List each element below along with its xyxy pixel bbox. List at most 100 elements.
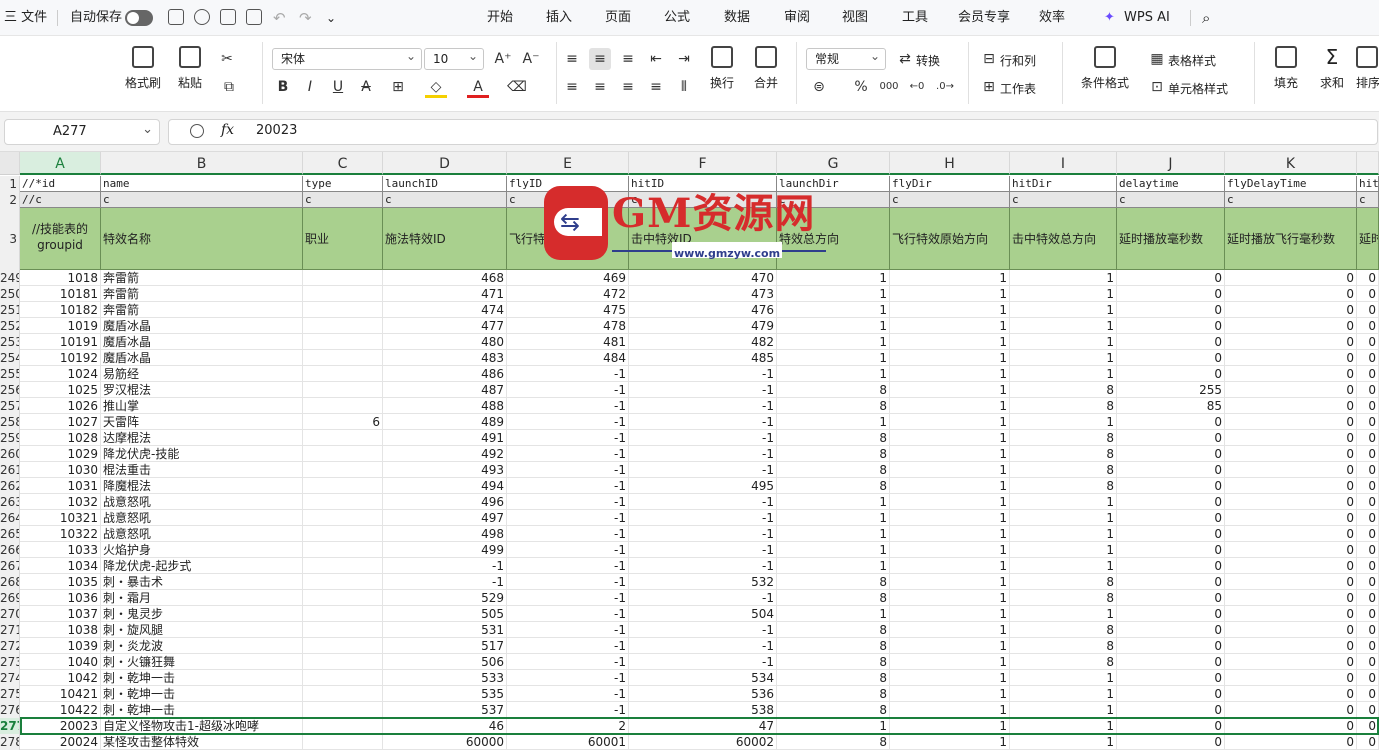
table-cell[interactable]: 1039 — [20, 638, 101, 654]
table-cell[interactable]: 497 — [383, 510, 507, 526]
table-cell[interactable]: 1 — [777, 718, 890, 734]
header-cell[interactable]: hitDir — [1010, 176, 1117, 192]
row-header[interactable]: 253 — [0, 334, 20, 350]
table-cell[interactable]: -1 — [629, 414, 777, 430]
row-header[interactable]: 269 — [0, 590, 20, 606]
table-cell[interactable]: -1 — [629, 526, 777, 542]
table-cell[interactable]: 486 — [383, 366, 507, 382]
table-cell[interactable]: 1 — [890, 478, 1010, 494]
table-cell[interactable]: 487 — [383, 382, 507, 398]
tab-efficiency[interactable]: 效率 — [1039, 0, 1065, 36]
table-cell[interactable]: 1024 — [20, 366, 101, 382]
table-cell[interactable]: 8 — [1010, 654, 1117, 670]
table-cell[interactable]: 85 — [1117, 398, 1225, 414]
row-header[interactable]: 268 — [0, 574, 20, 590]
row-header[interactable]: 272 — [0, 638, 20, 654]
sum-button[interactable]: Σ 求和 — [1310, 46, 1354, 91]
table-cell[interactable]: 1 — [890, 302, 1010, 318]
table-cell[interactable]: 0 — [1225, 510, 1357, 526]
table-cell[interactable]: 1027 — [20, 414, 101, 430]
table-cell[interactable]: 1 — [777, 606, 890, 622]
header-cell[interactable]: 击中特效ID — [629, 208, 777, 270]
table-cell[interactable]: -1 — [507, 398, 629, 414]
indent-icon[interactable]: ⇥ — [673, 48, 695, 70]
table-cell[interactable] — [303, 366, 383, 382]
table-cell[interactable]: 1 — [777, 350, 890, 366]
header-cell[interactable]: flyDelayTime — [1225, 176, 1357, 192]
header-cell[interactable]: 飞行特效原始方向 — [890, 208, 1010, 270]
table-cell[interactable]: 474 — [383, 302, 507, 318]
table-cell[interactable] — [303, 574, 383, 590]
header-cell[interactable]: launchID — [383, 176, 507, 192]
table-cell[interactable]: 0 — [1357, 270, 1379, 286]
column-header-a[interactable]: A — [20, 152, 101, 175]
table-cell[interactable]: 506 — [383, 654, 507, 670]
decrease-decimal-icon[interactable]: .0→ — [934, 76, 956, 98]
table-cell[interactable]: 10182 — [20, 302, 101, 318]
table-cell[interactable]: 47 — [629, 718, 777, 734]
table-cell[interactable]: 0 — [1117, 638, 1225, 654]
table-cell[interactable]: 475 — [507, 302, 629, 318]
table-cell[interactable]: 降龙伏虎-起步式 — [101, 558, 303, 574]
file-menu[interactable]: 三 文件 — [4, 0, 47, 36]
table-cell[interactable]: 0 — [1117, 462, 1225, 478]
table-cell[interactable]: 1 — [890, 734, 1010, 750]
table-cell[interactable]: 1 — [1010, 542, 1117, 558]
header-cell[interactable]: c — [1117, 192, 1225, 208]
table-cell[interactable] — [303, 270, 383, 286]
table-cell[interactable]: 1 — [777, 510, 890, 526]
table-cell[interactable]: 1030 — [20, 462, 101, 478]
table-cell[interactable]: 1 — [890, 718, 1010, 734]
wps-ai-button[interactable]: WPS AI — [1124, 0, 1170, 36]
table-cell[interactable]: 529 — [383, 590, 507, 606]
table-cell[interactable]: 奔雷箭 — [101, 286, 303, 302]
table-cell[interactable]: 1 — [777, 414, 890, 430]
table-cell[interactable]: 0 — [1357, 462, 1379, 478]
percent-icon[interactable]: % — [850, 76, 872, 98]
header-cell[interactable]: 特效总方向 — [777, 208, 890, 270]
table-cell[interactable]: 1026 — [20, 398, 101, 414]
table-cell[interactable]: 1 — [777, 270, 890, 286]
table-cell[interactable] — [303, 510, 383, 526]
convert-button[interactable]: 转换 — [916, 52, 940, 69]
row-header[interactable]: 252 — [0, 318, 20, 334]
row-header[interactable]: 250 — [0, 286, 20, 302]
table-cell[interactable]: -1 — [507, 654, 629, 670]
row-header[interactable]: 277 — [0, 718, 20, 734]
table-cell[interactable]: -1 — [629, 382, 777, 398]
table-cell[interactable]: 0 — [1117, 606, 1225, 622]
table-cell[interactable]: 505 — [383, 606, 507, 622]
table-cell[interactable] — [303, 494, 383, 510]
table-cell[interactable]: 0 — [1357, 430, 1379, 446]
table-cell[interactable]: 532 — [629, 574, 777, 590]
table-cell[interactable] — [303, 302, 383, 318]
table-cell[interactable]: 0 — [1357, 526, 1379, 542]
table-cell[interactable]: 0 — [1357, 622, 1379, 638]
decrease-font-icon[interactable]: A⁻ — [520, 48, 542, 70]
table-cell[interactable]: 46 — [383, 718, 507, 734]
header-cell[interactable]: 延时播放毫秒数 — [1117, 208, 1225, 270]
row-header[interactable]: 251 — [0, 302, 20, 318]
table-cell[interactable]: 0 — [1225, 430, 1357, 446]
table-cell[interactable]: 485 — [629, 350, 777, 366]
table-cell[interactable]: 1 — [890, 366, 1010, 382]
tab-formula[interactable]: 公式 — [664, 0, 690, 36]
table-cell[interactable]: 0 — [1117, 558, 1225, 574]
table-cell[interactable]: 1 — [777, 494, 890, 510]
table-cell[interactable]: -1 — [507, 366, 629, 382]
table-cell[interactable]: 10422 — [20, 702, 101, 718]
table-cell[interactable]: -1 — [507, 558, 629, 574]
cell-style-button[interactable]: 单元格样式 — [1168, 80, 1228, 97]
table-cell[interactable]: 0 — [1357, 542, 1379, 558]
fx-icon[interactable]: fx — [221, 122, 234, 138]
table-cell[interactable]: -1 — [629, 654, 777, 670]
row-header[interactable]: 257 — [0, 398, 20, 414]
table-cell[interactable] — [303, 398, 383, 414]
table-cell[interactable]: 0 — [1225, 622, 1357, 638]
table-cell[interactable]: 0 — [1225, 526, 1357, 542]
table-cell[interactable]: -1 — [507, 606, 629, 622]
row-header[interactable]: 261 — [0, 462, 20, 478]
table-style-button[interactable]: 表格样式 — [1168, 52, 1216, 69]
table-cell[interactable]: 0 — [1225, 318, 1357, 334]
row-header[interactable]: 256 — [0, 382, 20, 398]
